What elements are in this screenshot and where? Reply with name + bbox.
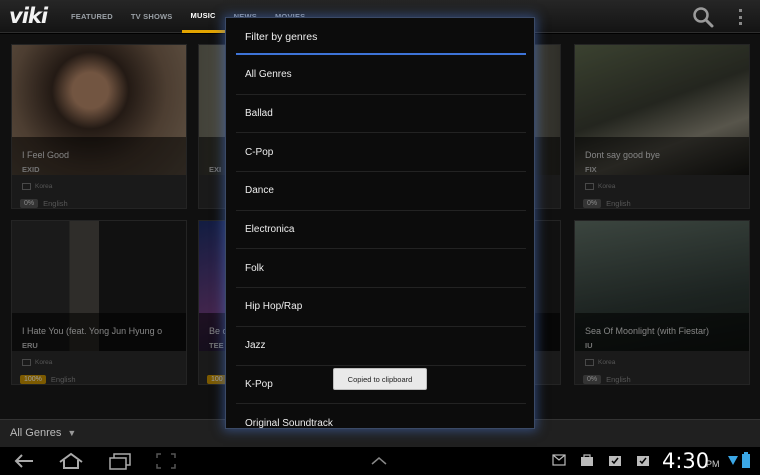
screenshot-icon[interactable]	[155, 452, 177, 470]
clock-ampm: PM	[706, 459, 720, 469]
genre-item-hip-hop-rap[interactable]: Hip Hop/Rap	[236, 288, 526, 327]
tab-featured[interactable]: FEATURED	[62, 0, 122, 33]
home-icon[interactable]	[58, 452, 84, 470]
download-done-icon-2	[637, 456, 649, 466]
genre-item-jazz[interactable]: Jazz	[236, 327, 526, 366]
recent-apps-icon[interactable]	[108, 452, 132, 470]
triangle-down-icon: ▼	[67, 428, 77, 438]
genre-dropdown-label: All Genres	[10, 427, 62, 439]
genre-item-ballad[interactable]: Ballad	[236, 95, 526, 134]
tab-music[interactable]: MUSIC	[181, 0, 225, 33]
mail-icon	[552, 454, 566, 466]
wifi-icon	[728, 456, 738, 465]
genre-item-dance[interactable]: Dance	[236, 172, 526, 211]
search-icon[interactable]	[692, 6, 714, 28]
genre-item-c-pop[interactable]: C-Pop	[236, 133, 526, 173]
market-bag-icon	[581, 454, 593, 466]
clock-time: 4:30	[662, 449, 710, 473]
system-bar: 4:30 PM	[0, 447, 760, 475]
chevron-up-icon[interactable]	[370, 456, 388, 466]
dialog-divider	[236, 53, 526, 55]
genre-item-original-soundtrack[interactable]: Original Soundtrack	[236, 404, 526, 428]
dialog-title: Filter by genres	[245, 31, 318, 43]
overflow-menu-icon[interactable]	[736, 9, 744, 25]
tab-tv-shows[interactable]: TV SHOWS	[122, 0, 182, 33]
download-done-icon	[609, 456, 621, 466]
genre-item-folk[interactable]: Folk	[236, 249, 526, 289]
genre-item-all-genres[interactable]: All Genres	[236, 56, 526, 95]
viki-logo[interactable]: viki	[9, 4, 48, 28]
genre-item-electronica[interactable]: Electronica	[236, 211, 526, 250]
battery-icon	[742, 452, 750, 468]
back-icon[interactable]	[12, 452, 36, 470]
genre-dropdown[interactable]: All Genres ▼	[10, 427, 76, 439]
clipboard-toast: Copied to clipboard	[333, 368, 427, 390]
